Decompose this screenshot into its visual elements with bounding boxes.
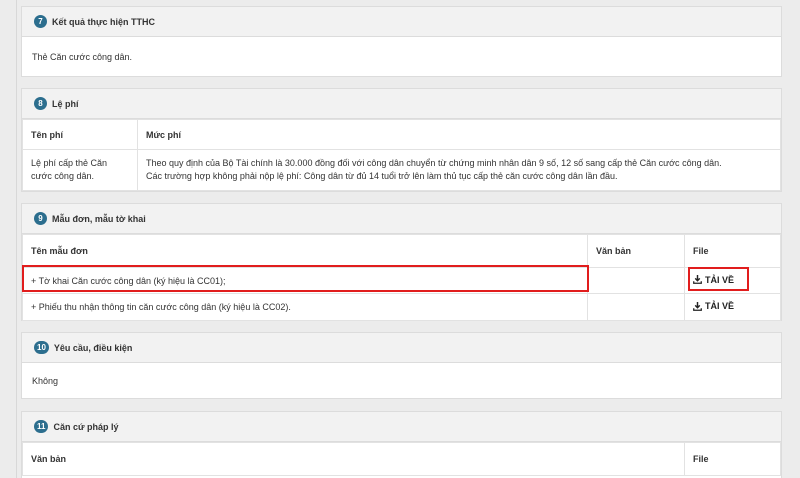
legal-col-file: File	[684, 442, 781, 476]
fee-table-row: Lệ phí cấp thẻ Căn cước công dân. Theo q…	[22, 149, 781, 191]
fee-title: Lệ phí	[52, 98, 79, 109]
requirements-title: Yêu cầu, điều kiện	[53, 342, 133, 353]
fee-name-cell: Lệ phí cấp thẻ Căn cước công dân.	[22, 149, 138, 191]
requirements-number-badge: 10	[34, 341, 49, 354]
download-button[interactable]: TẢI VỀ	[693, 301, 734, 311]
highlight-form-row	[22, 265, 589, 292]
download-label: TẢI VỀ	[705, 301, 735, 312]
forms-col-name: Tên mẫu đơn	[22, 234, 588, 268]
result-panel: 7 Kết quả thực hiện TTHC Thẻ Căn cước cô…	[21, 6, 782, 77]
legal-table-header-row: Văn bản File	[22, 442, 781, 476]
table-row: + Phiếu thu nhận thông tin căn cước công…	[22, 293, 781, 321]
forms-number-badge: 9	[34, 212, 47, 225]
result-title: Kết quả thực hiện TTHC	[52, 16, 156, 27]
fee-amount-line2: Các trường hợp không phải nộp lệ phí: Cô…	[146, 171, 618, 181]
legal-title: Căn cứ pháp lý	[53, 421, 119, 432]
legal-col-doc: Văn bản	[22, 442, 685, 476]
highlight-download-button	[688, 267, 749, 291]
download-icon	[693, 301, 702, 311]
requirements-panel: 10 Yêu cầu, điều kiện Không	[21, 332, 782, 399]
legal-header: 11 Căn cứ pháp lý	[22, 412, 781, 442]
fee-header: 8 Lệ phí	[22, 89, 781, 119]
page-left-border	[16, 0, 17, 478]
fee-number-badge: 8	[34, 97, 47, 110]
requirements-header: 10 Yêu cầu, điều kiện	[22, 333, 781, 363]
fee-amount-line1: Theo quy định của Bộ Tài chính là 30.000…	[146, 158, 722, 168]
form-file-cell: TẢI VỀ	[684, 293, 781, 321]
form-name-cell: + Phiếu thu nhận thông tin căn cước công…	[22, 293, 588, 321]
fee-col-name: Tên phí	[22, 119, 138, 150]
legal-table: Văn bản File	[22, 442, 781, 476]
forms-table-header-row: Tên mẫu đơn Văn bản File	[22, 234, 781, 268]
requirements-body: Không	[22, 363, 781, 398]
result-number-badge: 7	[34, 15, 47, 28]
fee-col-amount: Mức phí	[137, 119, 781, 150]
forms-header: 9 Mẫu đơn, mẫu tờ khai	[22, 204, 781, 234]
fee-table-header-row: Tên phí Mức phí	[22, 119, 781, 150]
form-doc-cell	[587, 293, 685, 321]
legal-number-badge: 11	[34, 420, 49, 433]
requirements-text: Không	[32, 375, 59, 386]
result-body: Thẻ Căn cước công dân.	[22, 37, 781, 76]
forms-col-file: File	[684, 234, 781, 268]
form-doc-cell	[587, 267, 685, 294]
result-text: Thẻ Căn cước công dân.	[32, 51, 132, 62]
legal-panel: 11 Căn cứ pháp lý Văn bản File	[21, 411, 782, 478]
forms-col-doc: Văn bản	[587, 234, 685, 268]
forms-panel: 9 Mẫu đơn, mẫu tờ khai Tên mẫu đơn Văn b…	[21, 203, 782, 321]
result-header: 7 Kết quả thực hiện TTHC	[22, 7, 781, 37]
fee-amount-cell: Theo quy định của Bộ Tài chính là 30.000…	[137, 149, 781, 191]
forms-title: Mẫu đơn, mẫu tờ khai	[52, 213, 146, 224]
fee-panel: 8 Lệ phí Tên phí Mức phí Lệ phí cấp thẻ …	[21, 88, 782, 192]
fee-table: Tên phí Mức phí Lệ phí cấp thẻ Căn cước …	[22, 119, 781, 191]
